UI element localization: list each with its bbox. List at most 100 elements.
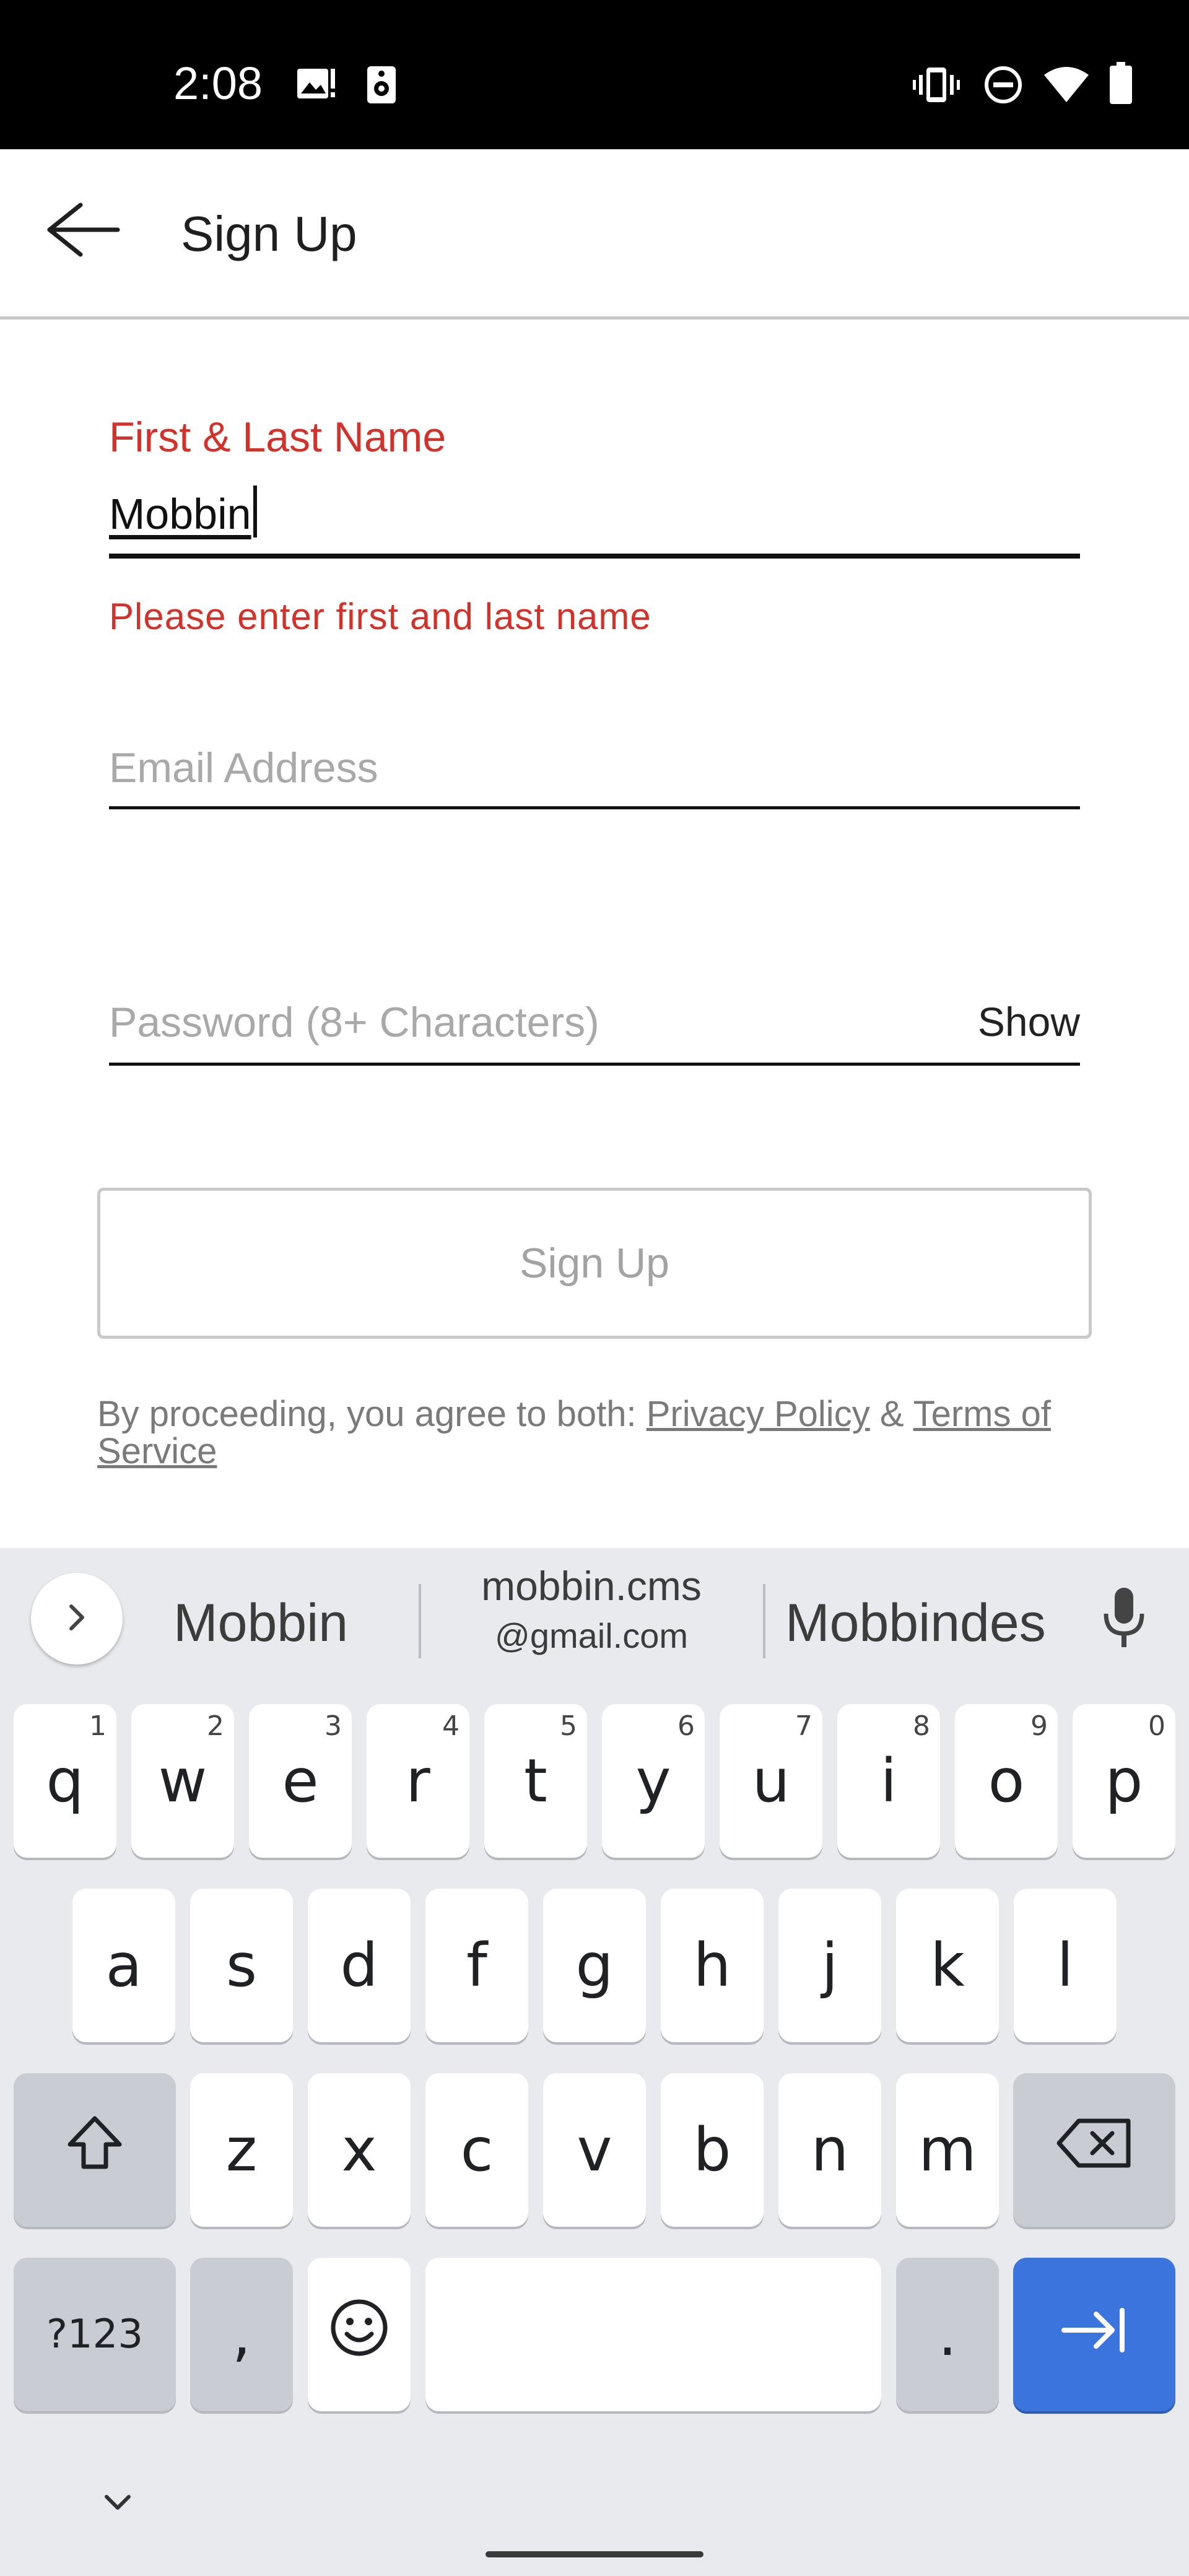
expand-toolbar-button[interactable] xyxy=(31,1573,123,1664)
name-input[interactable]: Mobbin xyxy=(109,485,1080,537)
key-j[interactable]: j xyxy=(778,1889,881,2042)
suggestion-divider xyxy=(763,1584,765,1658)
backspace-key[interactable] xyxy=(1013,2073,1175,2227)
key-label: y xyxy=(635,1746,671,1816)
emoji-key[interactable] xyxy=(308,2258,411,2411)
page-title: Sign Up xyxy=(181,206,357,261)
key-z[interactable]: z xyxy=(190,2073,293,2227)
key-i[interactable]: i8 xyxy=(837,1704,940,1858)
name-error-message: Please enter first and last name xyxy=(109,596,651,637)
period-key[interactable]: . xyxy=(896,2258,999,2411)
key-hint: 9 xyxy=(1030,1710,1048,1742)
email-input[interactable]: Email Address xyxy=(109,747,1080,789)
key-g[interactable]: g xyxy=(543,1889,646,2042)
comma-key[interactable]: , xyxy=(190,2258,293,2411)
tab-arrow-icon xyxy=(1060,2300,1128,2369)
shift-icon xyxy=(64,2112,126,2188)
key-hint: 1 xyxy=(89,1710,107,1742)
key-f[interactable]: f xyxy=(425,1889,528,2042)
text-cursor xyxy=(253,485,257,537)
arrow-left-icon xyxy=(37,202,124,263)
wifi-icon xyxy=(1043,65,1090,107)
key-q[interactable]: q1 xyxy=(14,1704,116,1858)
emoji-icon xyxy=(328,2297,390,2373)
back-button[interactable] xyxy=(37,199,130,273)
key-e[interactable]: e3 xyxy=(249,1704,352,1858)
password-input-underline xyxy=(109,1063,1080,1066)
key-b[interactable]: b xyxy=(661,2073,764,2227)
image-alert-icon xyxy=(296,65,337,105)
hide-keyboard-button[interactable] xyxy=(99,2483,136,2523)
key-w[interactable]: w2 xyxy=(131,1704,234,1858)
next-field-key[interactable] xyxy=(1013,2258,1175,2411)
sign-up-button-label: Sign Up xyxy=(520,1240,669,1287)
key-hint: 4 xyxy=(442,1710,459,1742)
microphone-icon[interactable] xyxy=(1102,1586,1146,1654)
key-label: w xyxy=(158,1746,207,1816)
name-input-underline xyxy=(109,554,1080,559)
email-placeholder: Email Address xyxy=(109,744,378,791)
suggestion-middle-sub: @gmail.com xyxy=(494,1616,689,1655)
key-label: q xyxy=(46,1746,84,1816)
key-label: r xyxy=(406,1746,430,1816)
key-label: p xyxy=(1105,1746,1143,1816)
legal-joiner: & xyxy=(869,1394,913,1434)
key-k[interactable]: k xyxy=(896,1889,999,2042)
key-a[interactable]: a xyxy=(72,1889,175,2042)
key-hint: 2 xyxy=(207,1710,224,1742)
suggestion-right[interactable]: Mobbindes xyxy=(785,1596,1046,1650)
battery-icon xyxy=(1108,62,1133,108)
name-field-label: First & Last Name xyxy=(109,416,1080,458)
key-v[interactable]: v xyxy=(543,2073,646,2227)
suggestion-left[interactable]: Mobbin xyxy=(173,1596,348,1650)
suggestion-middle[interactable]: mobbin.cms @gmail.com xyxy=(421,1565,762,1653)
key-u[interactable]: u7 xyxy=(720,1704,822,1858)
legal-notice: By proceeding, you agree to both: Privac… xyxy=(97,1396,1100,1470)
key-label: i xyxy=(880,1746,897,1816)
key-hint: 8 xyxy=(913,1710,930,1742)
key-hint: 3 xyxy=(324,1710,342,1742)
key-label: t xyxy=(524,1746,547,1816)
suggestion-strip: Mobbin mobbin.cms @gmail.com Mobbindes xyxy=(0,1548,1189,1690)
key-m[interactable]: m xyxy=(896,2073,999,2227)
app-bar: Sign Up xyxy=(0,149,1189,320)
key-d[interactable]: d xyxy=(308,1889,411,2042)
key-t[interactable]: t5 xyxy=(484,1704,587,1858)
backspace-icon xyxy=(1054,2112,1135,2188)
password-input[interactable]: Password (8+ Characters) Show xyxy=(109,1001,1080,1043)
sign-up-button[interactable]: Sign Up xyxy=(97,1188,1092,1339)
suggestion-middle-main: mobbin.cms xyxy=(481,1563,702,1609)
key-label: u xyxy=(752,1746,790,1816)
status-time: 2:08 xyxy=(173,58,263,109)
do-not-disturb-icon xyxy=(983,65,1023,108)
vibrate-icon xyxy=(913,65,960,108)
key-n[interactable]: n xyxy=(778,2073,881,2227)
email-input-underline xyxy=(109,806,1080,809)
key-r[interactable]: r4 xyxy=(367,1704,469,1858)
key-c[interactable]: c xyxy=(425,2073,528,2227)
key-x[interactable]: x xyxy=(308,2073,411,2227)
name-input-value: Mobbin xyxy=(109,490,251,538)
shift-key[interactable] xyxy=(14,2073,176,2227)
key-s[interactable]: s xyxy=(190,1889,293,2042)
key-l[interactable]: l xyxy=(1014,1889,1117,2042)
chevron-down-icon xyxy=(99,2495,136,2523)
password-placeholder: Password (8+ Characters) xyxy=(109,999,599,1046)
key-o[interactable]: o9 xyxy=(955,1704,1058,1858)
key-label: o xyxy=(988,1746,1025,1816)
show-password-button[interactable]: Show xyxy=(978,1001,1080,1042)
name-label: First & Last Name xyxy=(109,414,446,461)
status-bar: 2:08 xyxy=(0,0,1189,149)
space-key[interactable] xyxy=(425,2258,881,2411)
soft-keyboard: Mobbin mobbin.cms @gmail.com Mobbindes q… xyxy=(0,1548,1189,2576)
key-h[interactable]: h xyxy=(661,1889,764,2042)
privacy-policy-link[interactable]: Privacy Policy xyxy=(647,1394,870,1434)
gesture-nav-handle[interactable] xyxy=(486,2551,703,2557)
key-hint: 6 xyxy=(677,1710,695,1742)
speaker-icon xyxy=(365,65,398,108)
symbols-key[interactable]: ?123 xyxy=(14,2258,176,2411)
key-p[interactable]: p0 xyxy=(1073,1704,1175,1858)
key-y[interactable]: y6 xyxy=(602,1704,705,1858)
chevron-right-icon xyxy=(61,1599,92,1639)
key-hint: 7 xyxy=(795,1710,812,1742)
